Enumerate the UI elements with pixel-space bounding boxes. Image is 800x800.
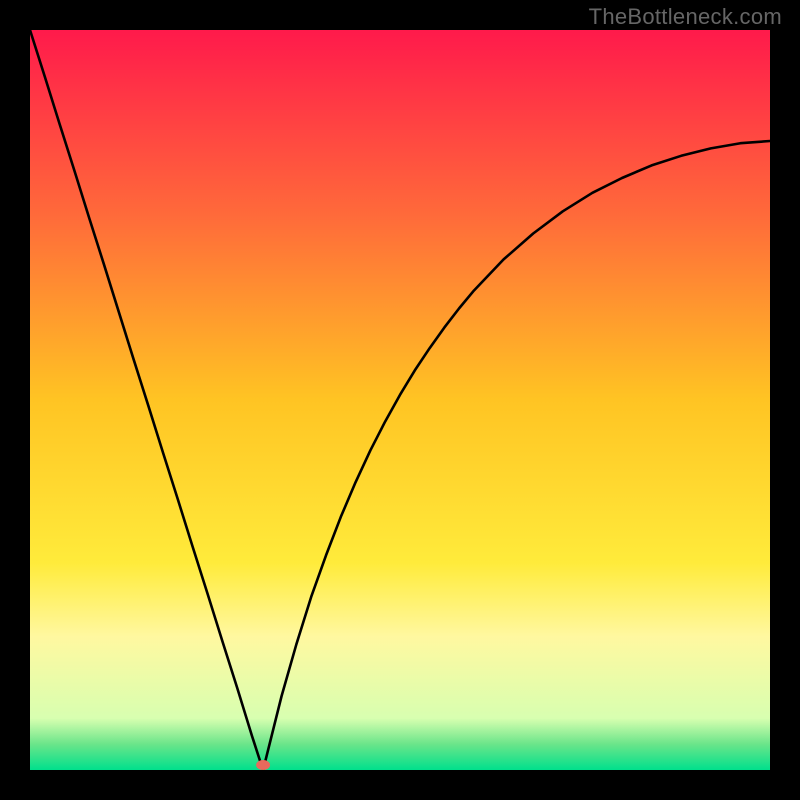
- watermark-text: TheBottleneck.com: [589, 4, 782, 30]
- chart-background: [30, 30, 770, 770]
- bottleneck-chart: [30, 30, 770, 770]
- optimum-marker: [256, 760, 270, 770]
- chart-frame: TheBottleneck.com: [0, 0, 800, 800]
